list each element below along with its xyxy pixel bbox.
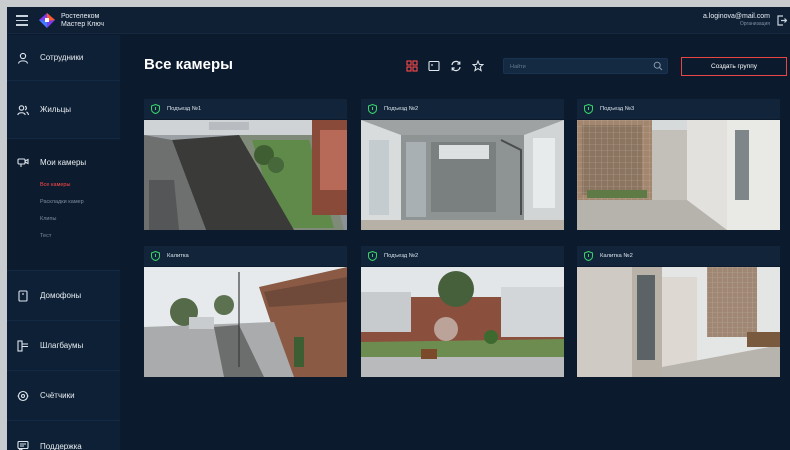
main-content: Все камеры Создать группу Подъезд №1 <box>120 35 790 450</box>
brand-line2: Мастер Ключ <box>61 21 105 28</box>
shield-icon <box>151 104 160 114</box>
sidebar-item-meters[interactable]: Счётчики <box>7 371 120 421</box>
camera-name: Подъезд №2 <box>384 253 419 259</box>
refresh-button[interactable] <box>449 59 463 73</box>
sidebar-item-barriers[interactable]: Шлагбаумы <box>7 321 120 371</box>
brand-line1: Ростелеком <box>61 13 100 20</box>
search-icon[interactable] <box>653 61 663 71</box>
camera-tile[interactable]: Калитка №2 <box>577 246 780 377</box>
shield-icon <box>368 104 377 114</box>
camera-tile[interactable]: Подъезд №2 <box>361 99 564 230</box>
camera-feed[interactable] <box>361 267 564 377</box>
camera-feed-image <box>577 120 780 230</box>
camera-tile[interactable]: Подъезд №3 <box>577 99 780 230</box>
brand-name: Ростелеком Мастер Ключ <box>61 13 104 29</box>
subnav-camera-layouts[interactable]: Раскладки камер <box>40 194 84 211</box>
sidebar-item-intercoms[interactable]: Домофоны <box>7 271 120 321</box>
logout-icon[interactable] <box>777 15 787 26</box>
camera-name: Подъезд №3 <box>600 106 635 112</box>
camera-feed-image <box>361 120 564 230</box>
favorites-button[interactable] <box>471 59 485 73</box>
intercom-icon <box>18 289 28 302</box>
search-box <box>503 58 668 74</box>
app-window: Ростелеком Мастер Ключ a.loginova@mail.c… <box>7 7 790 450</box>
camera-feed[interactable] <box>144 120 347 230</box>
camera-subnav: Все камеры Раскладки камер Клипы Тест <box>40 177 84 245</box>
camera-name: Калитка <box>167 253 189 259</box>
refresh-icon <box>451 60 461 72</box>
grid-icon <box>406 60 418 72</box>
user-email: a.loginova@mail.com <box>702 13 770 20</box>
camera-header: Подъезд №2 <box>361 246 564 266</box>
camera-header: Калитка <box>144 246 347 266</box>
sidebar: Сотрудники Жильцы Мои камеры Все камеры … <box>7 35 120 450</box>
shield-icon <box>368 251 377 261</box>
grid-view-button[interactable] <box>405 59 419 73</box>
shield-icon <box>151 251 160 261</box>
sidebar-item-label: Счётчики <box>40 391 75 400</box>
user-org: Организация <box>739 21 770 27</box>
screen-icon <box>428 60 440 72</box>
shield-icon <box>584 251 593 261</box>
sidebar-item-label: Домофоны <box>40 291 82 300</box>
person-icon <box>17 52 29 64</box>
menu-icon[interactable] <box>16 15 28 26</box>
create-group-button[interactable]: Создать группу <box>681 57 787 76</box>
sidebar-item-label: Жильцы <box>40 105 72 114</box>
camera-feed[interactable] <box>361 120 564 230</box>
sidebar-item-employees[interactable]: Сотрудники <box>7 35 120 81</box>
user-info[interactable]: a.loginova@mail.com Организация <box>703 12 770 28</box>
subnav-all-cameras[interactable]: Все камеры <box>40 177 84 194</box>
sidebar-item-my-cameras[interactable]: Мои камеры Все камеры Раскладки камер Кл… <box>7 139 120 271</box>
subnav-clips[interactable]: Клипы <box>40 211 84 228</box>
rostelecom-logo <box>39 13 55 28</box>
camera-feed[interactable] <box>577 267 780 377</box>
star-icon <box>472 60 484 72</box>
shield-icon <box>584 104 593 114</box>
subnav-test[interactable]: Тест <box>40 228 84 245</box>
camera-feed-image <box>144 120 347 230</box>
top-bar: Ростелеком Мастер Ключ a.loginova@mail.c… <box>7 7 790 34</box>
meter-icon <box>17 390 29 401</box>
camera-feed[interactable] <box>144 267 347 377</box>
barrier-icon <box>17 339 28 352</box>
page-title: Все камеры <box>144 56 233 73</box>
camera-header: Подъезд №1 <box>144 99 347 119</box>
camera-icon <box>17 158 29 167</box>
support-icon <box>17 440 29 450</box>
sidebar-item-label: Мои камеры <box>40 157 87 167</box>
single-view-button[interactable] <box>427 59 441 73</box>
camera-tile[interactable]: Подъезд №1 <box>144 99 347 230</box>
camera-feed[interactable] <box>577 120 780 230</box>
camera-feed-image <box>144 267 347 377</box>
sidebar-item-residents[interactable]: Жильцы <box>7 81 120 139</box>
camera-feed-image <box>577 267 780 377</box>
sidebar-item-label: Сотрудники <box>40 53 84 62</box>
sidebar-item-label: Поддержка <box>40 441 82 450</box>
sidebar-item-label: Шлагбаумы <box>40 341 84 350</box>
camera-header: Подъезд №2 <box>361 99 564 119</box>
sidebar-item-support[interactable]: Поддержка <box>7 421 120 450</box>
camera-header: Калитка №2 <box>577 246 780 266</box>
camera-tile[interactable]: Калитка <box>144 246 347 377</box>
camera-tile[interactable]: Подъезд №2 <box>361 246 564 377</box>
camera-name: Подъезд №2 <box>384 106 419 112</box>
camera-name: Подъезд №1 <box>167 106 202 112</box>
camera-feed-image <box>361 267 564 377</box>
camera-name: Калитка №2 <box>600 253 633 259</box>
residents-icon <box>17 104 29 115</box>
search-input[interactable] <box>510 61 650 72</box>
camera-header: Подъезд №3 <box>577 99 780 119</box>
